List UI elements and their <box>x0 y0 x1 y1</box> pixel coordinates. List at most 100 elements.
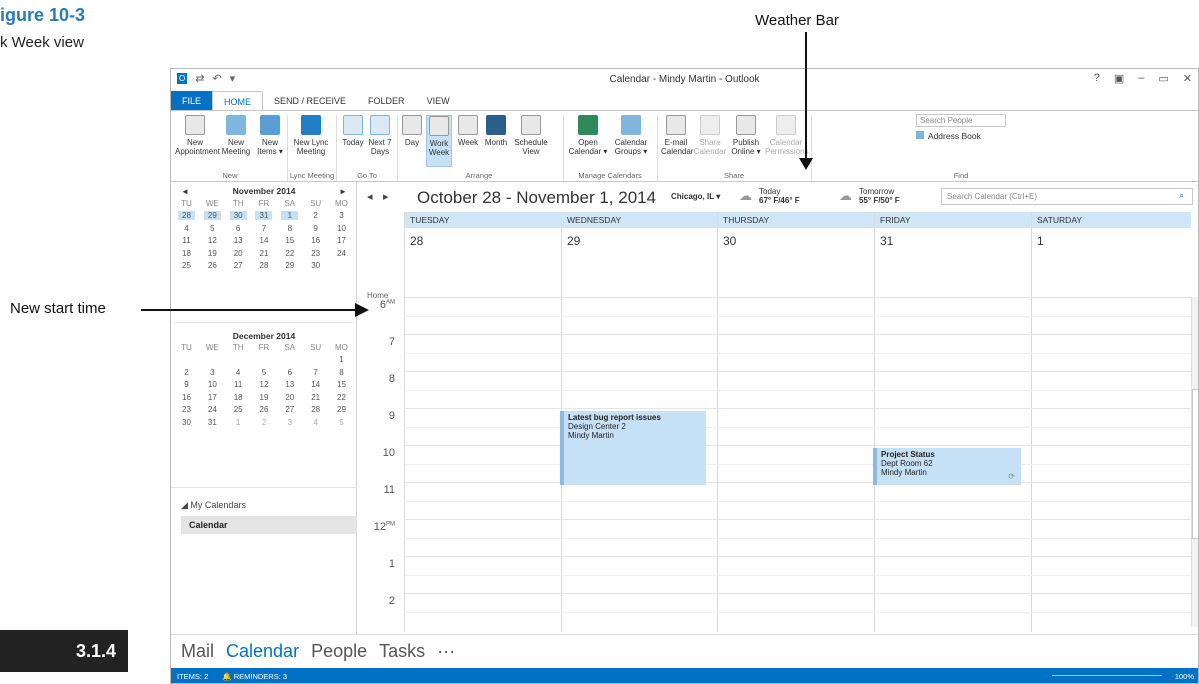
next-month-icon[interactable]: ▸ <box>341 186 345 197</box>
tab-send-receive[interactable]: SEND / RECEIVE <box>263 91 357 111</box>
new-appointment-button[interactable]: New Appointment <box>175 115 220 156</box>
mini-cal-date[interactable]: 2 <box>307 211 324 220</box>
mini-cal-date[interactable]: 28 <box>255 261 272 270</box>
mini-cal-date[interactable]: 30 <box>307 261 324 270</box>
mini-cal-date[interactable]: 11 <box>178 236 195 245</box>
appointment-bug-report[interactable]: Latest bug report issues Design Center 2… <box>560 411 706 485</box>
mini-cal-date[interactable]: 12 <box>255 380 272 389</box>
mini-cal-date[interactable]: 31 <box>204 418 221 427</box>
address-book-button[interactable]: Address Book <box>916 131 981 141</box>
mini-cal-date[interactable]: 28 <box>178 211 195 221</box>
mini-cal-date[interactable]: 4 <box>230 368 247 377</box>
mini-cal-date[interactable]: 13 <box>230 236 247 245</box>
new-lync-meeting-button[interactable]: New Lync Meeting <box>291 115 331 156</box>
day-header[interactable]: FRIDAY <box>874 212 1031 228</box>
mini-cal-date[interactable]: 11 <box>230 380 247 389</box>
mini-cal-date[interactable]: 1 <box>281 211 299 221</box>
mini-cal-date[interactable]: 27 <box>281 405 298 414</box>
mini-cal-date[interactable]: 6 <box>281 368 298 377</box>
open-calendar-button[interactable]: Open Calendar ▾ <box>567 115 609 156</box>
ribbon-display-icon[interactable]: ▣ <box>1114 72 1124 85</box>
nav-people[interactable]: People <box>311 641 367 668</box>
mini-cal-date[interactable]: 4 <box>307 418 324 427</box>
calendar-permissions-button[interactable]: Calendar Permissions <box>765 115 809 156</box>
mini-cal-date[interactable]: 26 <box>255 405 272 414</box>
mini-cal-date[interactable]: 5 <box>255 368 272 377</box>
minimize-icon[interactable]: – <box>1138 72 1144 85</box>
mini-cal-date[interactable]: 23 <box>178 405 195 414</box>
mini-cal-date[interactable]: 30 <box>178 418 195 427</box>
mini-cal-date[interactable]: 14 <box>255 236 272 245</box>
nav-tasks[interactable]: Tasks <box>379 641 425 668</box>
mini-cal-date[interactable]: 15 <box>333 380 350 389</box>
zoom-slider[interactable] <box>1052 675 1162 676</box>
week-view-button[interactable]: Week <box>456 115 480 147</box>
mini-cal-date[interactable]: 28 <box>307 405 324 414</box>
mini-cal-date[interactable]: 29 <box>203 211 221 221</box>
mini-cal-date[interactable]: 22 <box>333 393 350 402</box>
mini-cal-date[interactable]: 15 <box>281 236 298 245</box>
day-header[interactable]: TUESDAY <box>404 212 561 228</box>
email-calendar-button[interactable]: E-mail Calendar <box>661 115 693 156</box>
tab-home[interactable]: HOME <box>212 91 264 111</box>
new-meeting-button[interactable]: New Meeting <box>219 115 253 156</box>
mini-cal-date[interactable]: 23 <box>307 249 324 258</box>
mini-cal-date[interactable]: 8 <box>333 368 350 377</box>
mini-cal-date[interactable]: 6 <box>230 224 247 233</box>
share-calendar-button[interactable]: Share Calendar <box>693 115 727 156</box>
mini-cal-date[interactable]: 16 <box>307 236 324 245</box>
publish-online-button[interactable]: Publish Online ▾ <box>729 115 763 156</box>
month-view-button[interactable]: Month <box>482 115 510 147</box>
calendar-folder-item[interactable]: Calendar <box>181 516 357 534</box>
mini-cal-date[interactable]: 25 <box>230 405 247 414</box>
tab-folder[interactable]: FOLDER <box>357 91 416 111</box>
mini-cal-date[interactable]: 3 <box>204 368 221 377</box>
mini-cal-date[interactable]: 18 <box>178 249 195 258</box>
mini-cal-date[interactable]: 14 <box>307 380 324 389</box>
mini-cal-date[interactable]: 10 <box>204 380 221 389</box>
prev-period-icon[interactable]: ◂ <box>367 190 373 203</box>
mini-cal-date[interactable]: 24 <box>333 249 350 258</box>
mini-cal-date[interactable]: 21 <box>255 249 272 258</box>
search-people-input[interactable]: Search People <box>916 114 1006 127</box>
today-button[interactable]: Today <box>341 115 365 147</box>
mini-cal-date[interactable]: 20 <box>230 249 247 258</box>
mini-cal-date[interactable]: 19 <box>255 393 272 402</box>
new-items-button[interactable]: New Items ▾ <box>255 115 285 156</box>
tab-view[interactable]: VIEW <box>416 91 461 111</box>
mini-cal-date[interactable]: 1 <box>230 418 247 427</box>
help-icon[interactable]: ? <box>1094 72 1100 85</box>
calendar-groups-button[interactable]: Calendar Groups ▾ <box>611 115 651 156</box>
mini-cal-date[interactable]: 7 <box>307 368 324 377</box>
prev-month-icon[interactable]: ◂ <box>183 186 187 197</box>
mini-cal-date[interactable]: 12 <box>204 236 221 245</box>
mini-cal-date[interactable]: 18 <box>230 393 247 402</box>
my-calendars-header[interactable]: ◢ My Calendars <box>181 500 246 511</box>
mini-cal-date[interactable]: 9 <box>307 224 324 233</box>
next-7-days-button[interactable]: Next 7 Days <box>367 115 393 156</box>
mini-cal-date[interactable]: 3 <box>333 211 350 220</box>
mini-cal-date[interactable]: 10 <box>333 224 350 233</box>
mini-cal-date[interactable]: 17 <box>333 236 350 245</box>
mini-cal-date[interactable]: 31 <box>255 211 273 221</box>
day-header[interactable]: THURSDAY <box>717 212 874 228</box>
search-calendar-input[interactable]: Search Calendar (Ctrl+E) <box>941 188 1193 205</box>
mini-cal-date[interactable]: 20 <box>281 393 298 402</box>
mini-cal-date[interactable]: 29 <box>281 261 298 270</box>
mini-cal-date[interactable]: 1 <box>333 355 350 364</box>
work-week-view-button[interactable]: Work Week <box>426 115 452 167</box>
mini-cal-date[interactable]: 16 <box>178 393 195 402</box>
mini-cal-date[interactable]: 7 <box>255 224 272 233</box>
nav-mail[interactable]: Mail <box>181 641 214 668</box>
mini-cal-date[interactable]: 9 <box>178 380 195 389</box>
close-icon[interactable]: ✕ <box>1183 72 1192 85</box>
appointment-project-status[interactable]: Project Status Dept Room 62 Mindy Martin… <box>873 448 1021 485</box>
tab-file[interactable]: FILE <box>171 91 213 111</box>
mini-cal-date[interactable]: 5 <box>333 418 350 427</box>
status-reminders[interactable]: 🔔 REMINDERS: 3 <box>222 672 287 681</box>
day-header[interactable]: SATURDAY <box>1031 212 1191 228</box>
day-header[interactable]: WEDNESDAY <box>561 212 718 228</box>
mini-cal-date[interactable]: 22 <box>281 249 298 258</box>
mini-cal-date[interactable]: 8 <box>281 224 298 233</box>
mini-cal-date[interactable]: 25 <box>178 261 195 270</box>
